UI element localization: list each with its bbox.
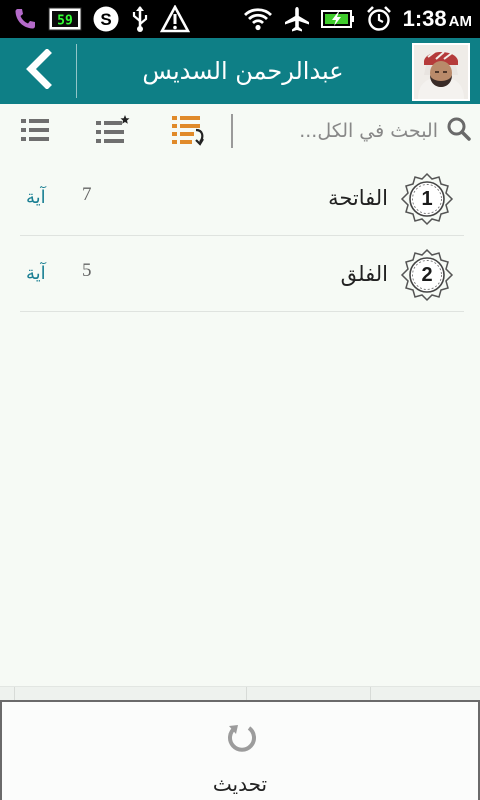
skype-icon: S: [92, 5, 120, 33]
battery-app-icon: 59: [48, 7, 82, 31]
refresh-button[interactable]: تحديث: [0, 700, 480, 800]
reciter-name: عبدالرحمن السديس: [142, 57, 344, 85]
list-item[interactable]: 2 الفلق 5 آية: [20, 236, 464, 312]
status-bar: 59 S 1:38 AM: [0, 0, 480, 38]
back-button[interactable]: [0, 38, 76, 104]
surah-number-badge: 2: [400, 248, 454, 302]
airplane-icon: [283, 5, 311, 33]
app-header: عبدالرحمن السديس: [0, 38, 480, 104]
surah-name: الفلق: [340, 262, 388, 286]
search-icon[interactable]: [446, 116, 472, 146]
search-bar: [250, 112, 472, 150]
battery-app-value: 59: [57, 14, 73, 29]
playlist-button[interactable]: [172, 116, 206, 148]
surah-list: 1 الفاتحة 7 آية 2 الفلق 5 آية: [20, 160, 464, 312]
search-input[interactable]: [258, 115, 438, 147]
status-bar-left: 59 S: [12, 4, 190, 34]
ayah-count: 7: [82, 184, 92, 205]
toolbar-separator: [231, 114, 233, 148]
surah-number-badge: 1: [400, 172, 454, 226]
ayah-label: آية: [26, 263, 46, 284]
list-icon: [20, 116, 50, 148]
surah-name: الفاتحة: [328, 186, 388, 210]
chevron-left-icon: [23, 48, 53, 93]
warning-icon: [160, 5, 190, 33]
surah-number: 1: [421, 188, 433, 210]
ayah-count: 5: [82, 260, 92, 281]
list-view-button[interactable]: [18, 116, 52, 148]
wifi-icon: [243, 6, 273, 32]
phone-icon: [12, 6, 38, 32]
alarm-icon: [365, 5, 393, 33]
usb-icon: [130, 5, 150, 33]
playlist-icon: [170, 113, 208, 151]
favorites-list-icon: [94, 115, 130, 149]
battery-charging-icon: [320, 8, 355, 30]
bottom-divider-strip: [0, 686, 480, 701]
surah-number: 2: [421, 264, 433, 286]
svg-text:S: S: [100, 10, 111, 29]
status-bar-right: 1:38 AM: [243, 4, 472, 34]
refresh-label: تحديث: [212, 772, 268, 796]
list-item[interactable]: 1 الفاتحة 7 آية: [20, 160, 464, 236]
favorites-button[interactable]: [94, 115, 130, 149]
reciter-avatar[interactable]: [412, 43, 470, 101]
refresh-icon: [226, 722, 258, 754]
status-time: 1:38 AM: [402, 6, 472, 31]
header-divider: [76, 44, 77, 98]
ayah-label: آية: [26, 187, 46, 208]
